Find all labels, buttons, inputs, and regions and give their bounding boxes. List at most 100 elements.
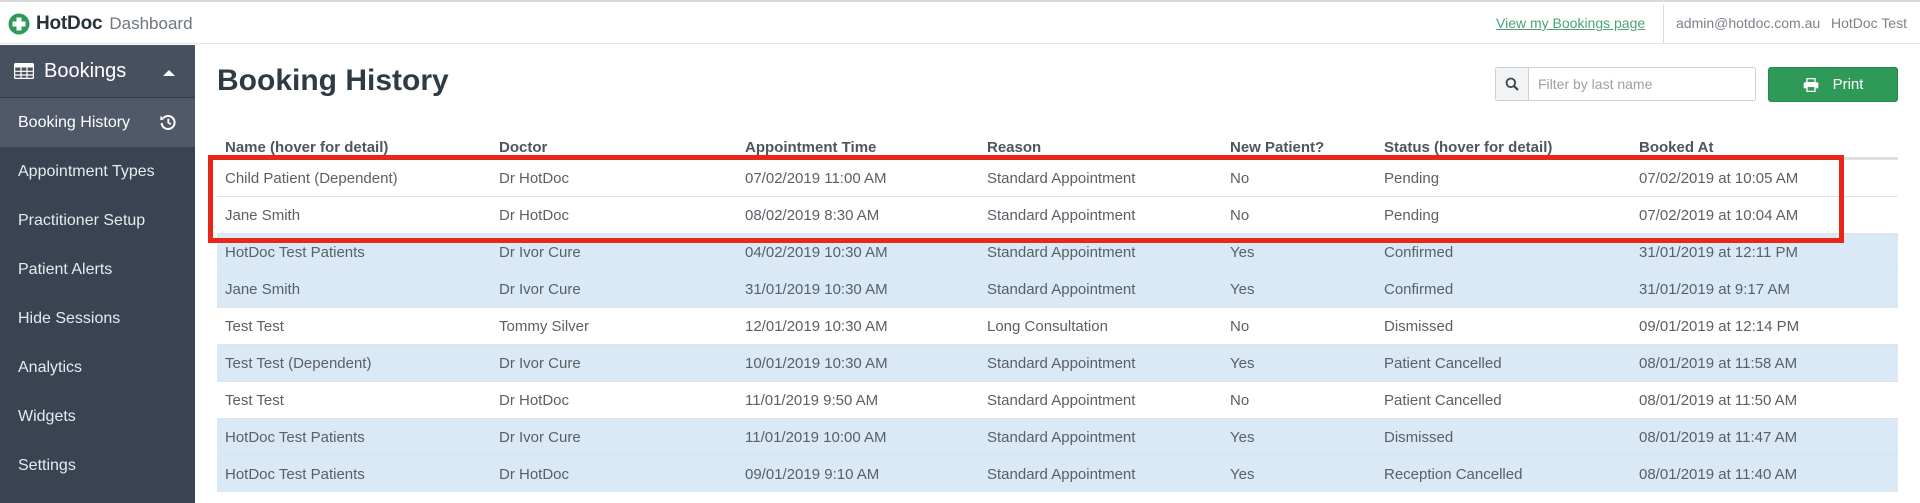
table-row[interactable]: HotDoc Test Patients Dr HotDoc 09/01/2019 … (217, 455, 1898, 492)
sidebar-item-label: Practitioner Setup (18, 211, 146, 229)
sidebar-item-hide-sessions[interactable]: Hide Sessions (0, 294, 195, 343)
brand-subtitle: Dashboard (109, 14, 193, 33)
printer-icon (1803, 77, 1818, 92)
cell-name[interactable]: Child Patient (Dependent) (225, 160, 398, 196)
cell-new-patient: Yes (1230, 280, 1255, 298)
table-row[interactable]: HotDoc Test Patients Dr Ivor Cure 11/01/20… (217, 418, 1898, 455)
cell-doctor: Dr HotDoc (499, 465, 570, 483)
column-header-name[interactable]: Name (hover for detail) (225, 130, 388, 157)
cell-booked-at: 07/02/2019 at 10:04 AM (1639, 206, 1799, 224)
booking-history-table: Name (hover for detail) Doctor Appointme… (217, 130, 1898, 492)
org-name[interactable]: HotDoc Test (1831, 15, 1907, 31)
cell-booked-at: 08/01/2019 at 11:40 AM (1639, 465, 1798, 483)
cell-appointment-time: 31/01/2019 10:30 AM (745, 280, 888, 298)
cell-booked-at: 08/01/2019 at 11:58 AM (1639, 354, 1798, 372)
sidebar-item-label: Settings (18, 456, 76, 474)
cell-status[interactable]: Patient Cancelled (1384, 382, 1502, 418)
sidebar-item-widgets[interactable]: Widgets (0, 392, 195, 441)
table-row[interactable]: Child Patient (Dependent) Dr HotDoc 07/02/… (217, 159, 1898, 196)
column-header-status[interactable]: Status (hover for detail) (1384, 130, 1552, 157)
cell-doctor: Dr Ivor Cure (499, 280, 581, 298)
sidebar-item-label: Analytics (18, 358, 83, 376)
cell-new-patient: No (1230, 206, 1250, 224)
cell-reason: Standard Appointment (987, 391, 1136, 409)
print-button-label: Print (1832, 76, 1864, 93)
column-header-doctor[interactable]: Doctor (499, 130, 547, 157)
brand[interactable]: HotDoc Dashboard (8, 12, 193, 36)
cell-name[interactable]: Jane Smith (225, 271, 300, 307)
table-row[interactable]: Test Test Tommy Silver 12/01/2019 10:30 AM… (217, 307, 1898, 344)
brand-name: HotDoc (36, 13, 103, 34)
cell-name[interactable]: Jane Smith (225, 197, 300, 233)
print-button[interactable]: Print (1768, 67, 1898, 102)
cell-booked-at: 08/01/2019 at 11:50 AM (1639, 391, 1798, 409)
cell-reason: Standard Appointment (987, 243, 1136, 261)
table-header-row: Name (hover for detail) Doctor Appointme… (217, 130, 1898, 159)
cell-appointment-time: 12/01/2019 10:30 AM (745, 317, 888, 335)
cell-doctor: Dr HotDoc (499, 169, 570, 187)
sidebar-item-label: Widgets (18, 407, 76, 425)
sidebar-item-label: Hide Sessions (18, 309, 121, 327)
search-box (1495, 67, 1756, 101)
cell-name[interactable]: HotDoc Test Patients (225, 234, 365, 270)
cell-name[interactable]: Test Test (225, 382, 284, 418)
sidebar-item-booking-history[interactable]: Booking History (0, 98, 195, 147)
sidebar-item-settings[interactable]: Settings (0, 441, 195, 490)
search-icon (1505, 77, 1519, 91)
cell-appointment-time: 11/01/2019 10:00 AM (745, 428, 887, 446)
cell-reason: Long Consultation (987, 317, 1108, 335)
table-row[interactable]: Test Test Dr HotDoc 11/01/2019 9:50 AM Stan… (217, 381, 1898, 418)
cell-doctor: Tommy Silver (499, 317, 590, 335)
cell-status[interactable]: Confirmed (1384, 271, 1453, 307)
cell-new-patient: No (1230, 169, 1250, 187)
top-bar: HotDoc Dashboard View my Bookings page a… (0, 0, 1920, 44)
table-row[interactable]: Jane Smith Dr Ivor Cure 31/01/2019 10:30 A… (217, 270, 1898, 307)
cell-booked-at: 08/01/2019 at 11:47 AM (1639, 428, 1798, 446)
column-header-booked-at[interactable]: Booked At (1639, 130, 1713, 157)
column-header-reason[interactable]: Reason (987, 130, 1041, 157)
cell-status[interactable]: Confirmed (1384, 234, 1453, 270)
cell-name[interactable]: HotDoc Test Patients (225, 456, 365, 492)
topbar-divider (1663, 4, 1664, 44)
user-email[interactable]: admin@hotdoc.com.au (1676, 15, 1820, 31)
cell-appointment-time: 10/01/2019 10:30 AM (745, 354, 888, 372)
cell-status[interactable]: Patient Cancelled (1384, 345, 1502, 381)
cell-booked-at: 07/02/2019 at 10:05 AM (1639, 169, 1799, 187)
table-row[interactable]: HotDoc Test Patients Dr Ivor Cure 04/02/20… (217, 233, 1898, 270)
cell-booked-at: 09/01/2019 at 12:14 PM (1639, 317, 1800, 335)
sidebar-item-label: Appointment Types (18, 162, 155, 180)
cell-new-patient: No (1230, 317, 1250, 335)
cell-name[interactable]: Test Test (Dependent) (225, 345, 371, 381)
table-row[interactable]: Test Test (Dependent) Dr Ivor Cure 10/01/2… (217, 344, 1898, 381)
view-bookings-link[interactable]: View my Bookings page (1496, 15, 1645, 31)
table-icon (14, 63, 34, 79)
filter-last-name-input[interactable] (1529, 68, 1755, 100)
cell-reason: Standard Appointment (987, 354, 1136, 372)
sidebar-section-bookings[interactable]: Bookings (0, 45, 195, 98)
column-header-new-patient[interactable]: New Patient? (1230, 130, 1324, 157)
cell-doctor: Dr Ivor Cure (499, 243, 581, 261)
cell-status[interactable]: Dismissed (1384, 308, 1453, 344)
caret-up-icon[interactable] (163, 70, 175, 76)
sidebar-item-label: Patient Alerts (18, 260, 113, 278)
cell-status[interactable]: Dismissed (1384, 419, 1453, 455)
sidebar-item-patient-alerts[interactable]: Patient Alerts (0, 245, 195, 294)
search-addon (1496, 68, 1529, 100)
cell-doctor: Dr HotDoc (499, 391, 570, 409)
cell-appointment-time: 09/01/2019 9:10 AM (745, 465, 880, 483)
cell-booked-at: 31/01/2019 at 9:17 AM (1639, 280, 1790, 298)
cell-status[interactable]: Reception Cancelled (1384, 456, 1522, 492)
sidebar-item-appointment-types[interactable]: Appointment Types (0, 147, 195, 196)
cell-doctor: Dr Ivor Cure (499, 354, 581, 372)
sidebar: Bookings Booking History Appointment Typ… (0, 45, 195, 503)
cell-name[interactable]: Test Test (225, 308, 284, 344)
cell-name[interactable]: HotDoc Test Patients (225, 419, 365, 455)
column-header-appointment-time[interactable]: Appointment Time (745, 130, 876, 157)
cell-status[interactable]: Pending (1384, 160, 1439, 196)
sidebar-item-analytics[interactable]: Analytics (0, 343, 195, 392)
table-row[interactable]: Jane Smith Dr HotDoc 08/02/2019 8:30 AM Sta… (217, 196, 1898, 233)
sidebar-item-practitioner-setup[interactable]: Practitioner Setup (0, 196, 195, 245)
sidebar-section-label: Bookings (44, 59, 127, 82)
cell-status[interactable]: Pending (1384, 197, 1439, 233)
sidebar-item-label: Booking History (18, 113, 131, 131)
